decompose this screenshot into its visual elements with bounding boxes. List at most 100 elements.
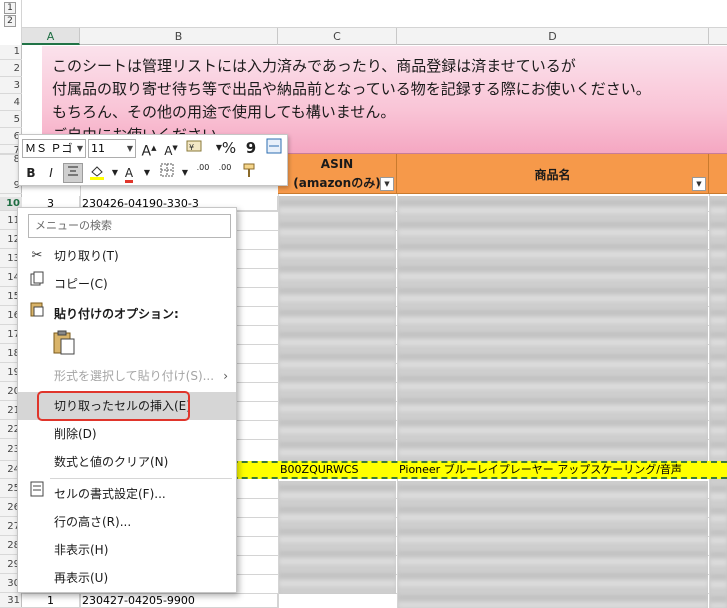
paint-bucket-icon (90, 166, 104, 180)
blurred-asin-column (279, 481, 396, 594)
filter-dropdown-button[interactable]: ▼ (380, 177, 394, 191)
clipboard-icon (53, 330, 75, 355)
cell-b31[interactable]: 230427-04205-9900 (80, 594, 278, 608)
column-header-c[interactable]: C (278, 28, 397, 45)
chevron-down-icon[interactable]: ▼ (77, 140, 83, 157)
menu-item-label: コピー(C) (54, 277, 108, 291)
merge-cells-button[interactable] (264, 138, 284, 158)
row-header[interactable]: 31 (0, 593, 22, 608)
menu-search-input[interactable]: メニューの検索 (28, 214, 231, 238)
copy-menu-item[interactable]: コピー(C) (18, 270, 236, 298)
banner-line-1: このシートは管理リストには入力済みであったり、商品登録は済ませているが (52, 57, 576, 75)
align-center-button[interactable] (63, 163, 83, 183)
format-cells-menu-item[interactable]: セルの書式設定(F)... (18, 480, 236, 508)
svg-text:¥: ¥ (189, 143, 194, 152)
grow-font-icon: A (141, 143, 152, 160)
menu-item-label: 数式と値のクリア(N) (54, 455, 169, 469)
asin-header-line1: ASIN (320, 157, 354, 171)
currency-format-icon: ¥ (186, 140, 202, 152)
menu-item-label: 形式を選択して貼り付け(S)... (54, 369, 215, 383)
row-header[interactable]: 3 (0, 77, 22, 94)
italic-button[interactable]: I (41, 163, 61, 183)
blurred-asin-column (279, 196, 396, 461)
column-headers: A B C D (22, 28, 727, 45)
asin-header-line2: (amazonのみ) (293, 176, 381, 190)
font-name-combobox[interactable]: ＭＳ Ｐゴ ▼ (22, 139, 86, 158)
column-header-a[interactable]: A (22, 28, 80, 45)
menu-separator (50, 478, 232, 479)
menu-item-label: 再表示(U) (54, 571, 109, 585)
annotation-highlight-ring (37, 391, 190, 421)
menu-item-label: 切り取り(T) (54, 249, 119, 263)
format-painter-button[interactable] (239, 163, 259, 183)
cut-menu-item[interactable]: ✂ 切り取り(T) (18, 242, 236, 270)
paste-special-menu-item[interactable]: 形式を選択して貼り付け(S)... › (18, 362, 236, 390)
fill-color-button[interactable] (87, 163, 107, 183)
mini-formatting-toolbar: ＭＳ Ｐゴ ▼ 11 ▼ A▲ A▼ ¥ ▼ % 9 B I ▼ A ▼ ▼ .… (18, 134, 288, 186)
product-name-header: 商品名 (534, 168, 571, 182)
blurred-product-names (398, 481, 708, 608)
banner-line-3: もちろん、その他の用途で使用しても構いません。 (52, 103, 396, 121)
font-name-value: ＭＳ Ｐゴ (25, 142, 73, 155)
column-header-d[interactable]: D (397, 28, 709, 45)
paste-button[interactable] (52, 330, 78, 358)
column-header-b[interactable]: B (80, 28, 278, 45)
product-name-header-cell[interactable]: 商品名 ▼ (397, 154, 709, 194)
outline-level-1-button[interactable]: 1 (4, 2, 16, 14)
borders-button[interactable] (157, 163, 177, 183)
format-cells-icon (28, 480, 46, 508)
font-color-button[interactable]: A (119, 163, 139, 183)
spreadsheet-window: 1 2 A B C D 1 2 3 4 5 6 7 8 9 10 11 12 1… (0, 0, 727, 608)
increase-decimal-button[interactable]: .00 (193, 163, 213, 183)
chevron-down-icon[interactable]: ▼ (175, 163, 195, 183)
percent-style-button[interactable]: % (219, 138, 239, 158)
paste-icon (28, 300, 46, 328)
next-header-cell (709, 154, 727, 194)
cell-c24[interactable]: B00ZQURWCS (278, 462, 397, 478)
menu-item-label: 行の高さ(R)... (54, 515, 132, 529)
decrease-font-size-button[interactable]: A▼ (161, 138, 181, 158)
chevron-down-icon[interactable]: ▼ (127, 140, 133, 157)
borders-icon (160, 163, 174, 177)
bold-button[interactable]: B (21, 163, 41, 183)
menu-item-label: 貼り付けのオプション: (54, 307, 179, 321)
font-size-combobox[interactable]: 11 ▼ (88, 139, 136, 158)
cell-d24[interactable]: Pioneer ブルーレイプレーヤー アップスケーリング/音声 (397, 462, 709, 478)
font-size-value: 11 (91, 142, 105, 155)
increase-decimal-icon: .00 (196, 163, 210, 172)
decrease-decimal-button[interactable]: .00 (215, 163, 235, 183)
row-header[interactable]: 5 (0, 111, 22, 128)
menu-item-label: 削除(D) (54, 427, 97, 441)
cell-a31[interactable]: 1 (22, 594, 80, 608)
chevron-right-icon: › (223, 369, 228, 383)
banner-line-2: 付属品の取り寄せ待ち等で出品や納品前となっている物を記録する際にお使いください。 (52, 80, 651, 98)
decrease-decimal-icon: .00 (218, 163, 232, 172)
menu-item-label: 非表示(H) (54, 543, 109, 557)
outline-level-2-button[interactable]: 2 (4, 15, 16, 27)
row-header[interactable]: 1 (0, 46, 22, 60)
increase-font-size-button[interactable]: A▲ (139, 138, 159, 160)
font-color-icon: A (124, 167, 134, 183)
delete-menu-item[interactable]: 削除(D) (18, 420, 236, 448)
row-header[interactable]: 4 (0, 94, 22, 111)
scissors-icon: ✂ (31, 248, 43, 263)
blurred-product-names (398, 196, 708, 461)
align-center-icon (68, 166, 78, 176)
paste-options-heading: 貼り付けのオプション: (18, 300, 236, 328)
unhide-menu-item[interactable]: 再表示(U) (18, 564, 236, 592)
row-header[interactable]: 2 (0, 60, 22, 77)
hide-menu-item[interactable]: 非表示(H) (18, 536, 236, 564)
accounting-format-button[interactable]: ¥ (185, 138, 205, 158)
filter-dropdown-button[interactable]: ▼ (692, 177, 706, 191)
blurred-next-column (710, 196, 727, 608)
row-height-menu-item[interactable]: 行の高さ(R)... (18, 508, 236, 536)
merge-center-icon (266, 138, 282, 154)
outline-strip (22, 0, 727, 28)
paintbrush-icon (243, 163, 255, 177)
chevron-down-icon[interactable]: ▼ (137, 163, 157, 183)
asin-header-cell[interactable]: ASIN (amazonのみ) ▼ (278, 154, 397, 194)
comma-style-button[interactable]: 9 (241, 138, 261, 158)
clear-contents-menu-item[interactable]: 数式と値のクリア(N) (18, 448, 236, 476)
menu-item-label: セルの書式設定(F)... (54, 487, 166, 501)
column-header-e[interactable] (709, 28, 727, 45)
